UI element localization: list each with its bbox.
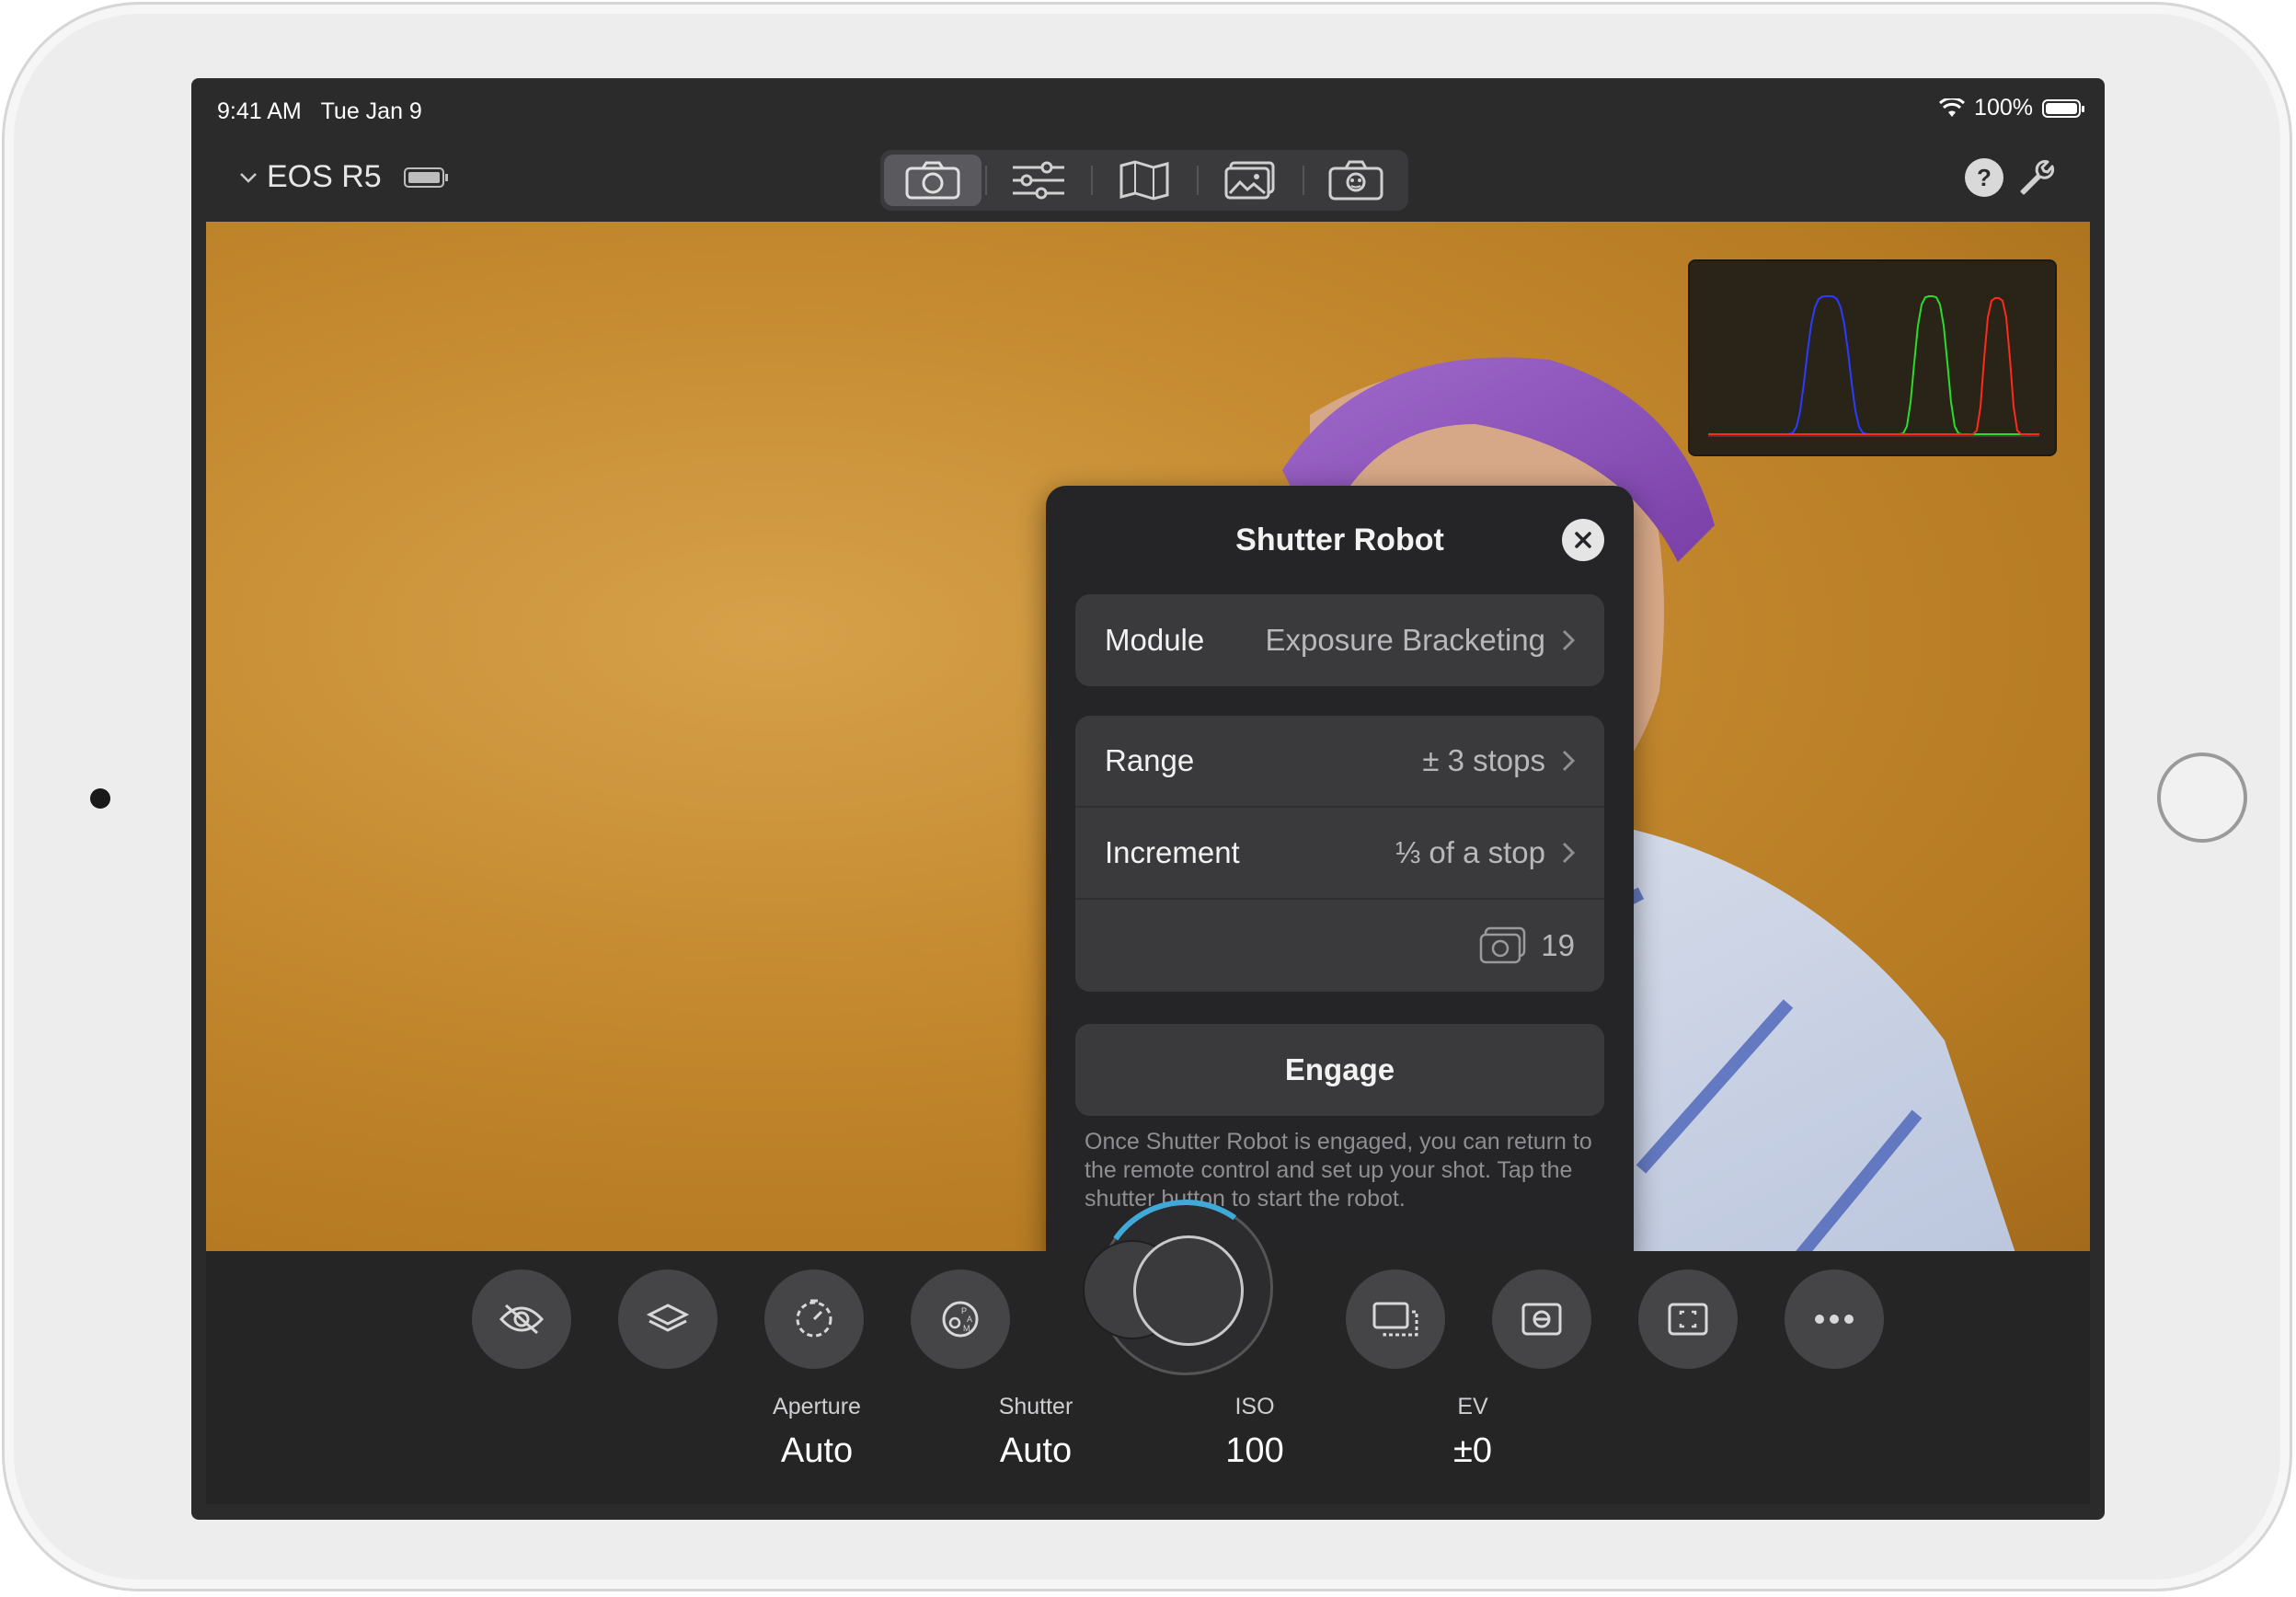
time: 9:41 AM	[217, 98, 302, 124]
tab-shutter-robot[interactable]	[1307, 155, 1405, 206]
svg-text:A: A	[967, 1315, 972, 1324]
control-bar: PAM Aperture Auto Shutter Auto ISO 100 E…	[206, 1185, 2090, 1504]
module-row[interactable]: Module Exposure Bracketing	[1075, 594, 1604, 686]
shot-count: 19	[1541, 928, 1575, 962]
chevron-right-icon	[1562, 629, 1575, 651]
aperture-value: Auto	[780, 1431, 854, 1470]
metering-button[interactable]	[1492, 1270, 1591, 1369]
module-value: Exposure Bracketing	[1265, 623, 1546, 657]
mode-dial-icon: PAM	[942, 1301, 979, 1338]
close-button[interactable]	[1562, 519, 1604, 561]
status-right: 100%	[1939, 95, 2084, 121]
sliders-icon	[1013, 161, 1064, 200]
module-label: Module	[1105, 623, 1205, 657]
camera-name: EOS R5	[267, 159, 382, 194]
iso-label: ISO	[1234, 1394, 1275, 1419]
camera-battery-icon	[403, 167, 448, 188]
status-time: 9:41 AM Tue Jan 9	[217, 98, 422, 125]
layers-button[interactable]	[618, 1270, 718, 1369]
stacked-photos-icon	[1480, 926, 1526, 964]
camera-selector[interactable]: EOS R5	[239, 159, 448, 195]
engage-button[interactable]: Engage	[1075, 1024, 1604, 1116]
focus-area-button[interactable]	[1638, 1270, 1738, 1369]
battery-percent: 100%	[1974, 95, 2033, 121]
chevron-down-icon	[240, 172, 257, 183]
tab-photos[interactable]	[1201, 155, 1299, 206]
aperture-readout[interactable]: Aperture Auto	[743, 1394, 890, 1471]
status-bar: 9:41 AM Tue Jan 9 100%	[191, 78, 2105, 143]
screens-icon	[1372, 1302, 1418, 1337]
svg-text:M: M	[963, 1324, 970, 1333]
dialog-title: Shutter Robot	[1235, 523, 1444, 557]
more-button[interactable]	[1785, 1270, 1884, 1369]
timer-button[interactable]	[764, 1270, 864, 1369]
shutter-button[interactable]	[1083, 1185, 1289, 1391]
shooting-mode-button[interactable]: PAM	[911, 1270, 1010, 1369]
increment-row[interactable]: Increment ⅓ of a stop	[1075, 808, 1604, 900]
module-group: Module Exposure Bracketing	[1075, 594, 1604, 686]
eye-slash-icon	[499, 1304, 545, 1335]
layers-icon	[647, 1304, 689, 1332]
battery-icon	[2042, 98, 2084, 118]
camera-icon	[905, 161, 960, 200]
bracketing-settings-group: Range ± 3 stops Increment ⅓ of a stop 19	[1075, 716, 1604, 992]
date: Tue Jan 9	[320, 98, 422, 124]
ellipsis-icon	[1815, 1315, 1854, 1324]
front-camera	[90, 788, 110, 809]
tab-settings-sliders[interactable]	[990, 155, 1087, 206]
tab-map[interactable]	[1096, 155, 1193, 206]
wrench-icon[interactable]	[2015, 156, 2057, 199]
ev-label: EV	[1457, 1394, 1488, 1419]
tab-remote-camera[interactable]	[884, 155, 982, 206]
range-label: Range	[1105, 743, 1195, 777]
timer-icon	[796, 1299, 832, 1338]
live-view[interactable]: Shutter Robot Module Exposure Bracketing…	[206, 222, 2090, 1251]
shutter-readout[interactable]: Shutter Auto	[962, 1394, 1109, 1471]
photos-icon	[1224, 161, 1275, 200]
chevron-right-icon	[1562, 750, 1575, 772]
increment-value: ⅓ of a stop	[1395, 835, 1545, 869]
iso-readout[interactable]: ISO 100	[1181, 1394, 1328, 1471]
shutter-value: Auto	[999, 1431, 1073, 1470]
range-value: ± 3 stops	[1422, 743, 1545, 777]
chevron-right-icon	[1562, 842, 1575, 864]
shutter-label: Shutter	[998, 1394, 1073, 1419]
shutter-inner	[1133, 1235, 1244, 1346]
range-row[interactable]: Range ± 3 stops	[1075, 716, 1604, 808]
toolbar: EOS R5 ?	[191, 143, 2105, 222]
mode-tabs	[880, 150, 1408, 211]
map-icon	[1119, 160, 1169, 201]
home-button[interactable]	[2157, 753, 2247, 843]
shutter-robot-dialog: Shutter Robot Module Exposure Bracketing…	[1046, 486, 1634, 1251]
ev-value: ±0	[1453, 1431, 1492, 1470]
wifi-icon	[1939, 98, 1966, 117]
iso-value: 100	[1225, 1431, 1284, 1470]
focus-frame-icon	[1668, 1303, 1708, 1336]
screen: 9:41 AM Tue Jan 9 100% EOS R5 ? Shutter …	[191, 78, 2105, 1520]
shot-count-row: 19	[1075, 900, 1604, 992]
display-mode-button[interactable]	[1346, 1270, 1445, 1369]
robot-camera-icon	[1328, 160, 1383, 201]
increment-label: Increment	[1105, 835, 1240, 869]
dialog-note: Once Shutter Robot is engaged, you can r…	[1085, 1129, 1592, 1212]
help-button[interactable]: ?	[1965, 158, 2003, 197]
close-icon	[1575, 532, 1591, 548]
aperture-label: Aperture	[773, 1394, 861, 1419]
histogram	[1688, 259, 2057, 456]
overlay-toggle-button[interactable]	[472, 1270, 571, 1369]
ev-readout[interactable]: EV ±0	[1399, 1394, 1546, 1471]
metering-icon	[1521, 1303, 1562, 1336]
